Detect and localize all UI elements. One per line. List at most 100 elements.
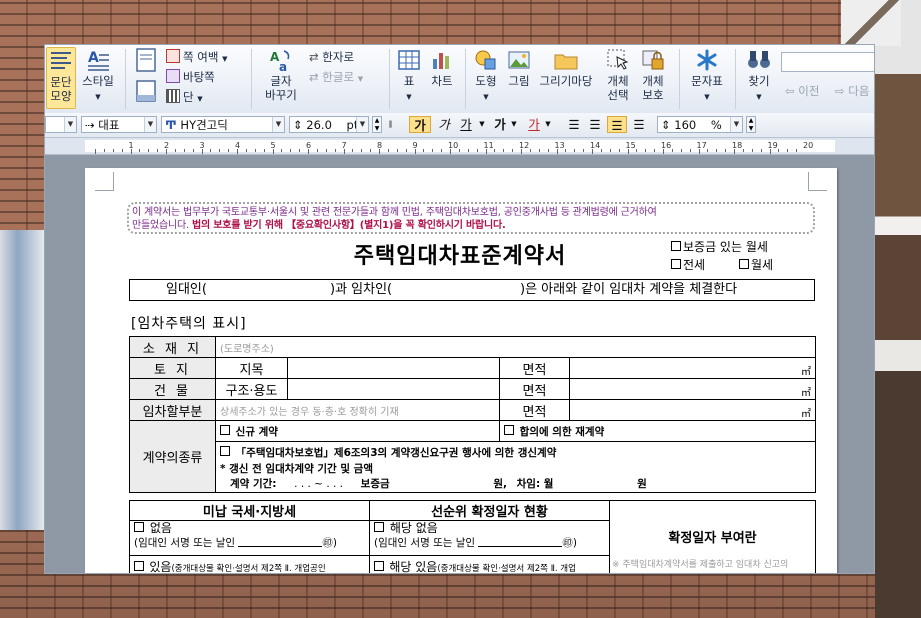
priority-none[interactable]: 해당 없음 (임대인 서명 또는 날인 ㊞) bbox=[369, 520, 610, 556]
ruler-tick bbox=[166, 149, 167, 154]
type-agree[interactable]: 합의에 의한 재계약 bbox=[499, 420, 816, 442]
fixed-date-cell[interactable]: 확정일자 부여란 ※ 주택임대차계약서를 제출하고 임대차 신고의 bbox=[609, 500, 816, 573]
shape-button[interactable]: 도형 ▼ bbox=[471, 47, 501, 104]
align-justify-icon[interactable]: ☰ bbox=[565, 116, 583, 133]
label-land-category: 지목 bbox=[215, 357, 288, 379]
find-input[interactable] bbox=[781, 52, 874, 72]
fixed-date-label: 확정일자 부여란 bbox=[668, 531, 757, 546]
italic-button[interactable]: 가 bbox=[435, 116, 453, 133]
font-color-dropdown[interactable]: ▼ bbox=[543, 116, 553, 133]
align-right-icon[interactable]: ☰ bbox=[630, 116, 648, 133]
style-combo[interactable]: ⇢ 대표 ▼ bbox=[81, 116, 157, 133]
paragraph-shape-button[interactable]: 문단 모양 bbox=[46, 47, 76, 109]
ruler-tick bbox=[263, 149, 265, 152]
left-combo[interactable]: ▼ bbox=[45, 116, 77, 133]
object-select-button[interactable]: 개체 선택 bbox=[603, 47, 633, 102]
font-combo[interactable]: Ͳ HY견고딕 ▼ bbox=[161, 116, 285, 133]
property-table: 소 재 지 (도로명주소) 토 지 지목 면적 ㎡ 건 물 구조·용도 면적 ㎡ bbox=[129, 336, 816, 493]
align-center-icon[interactable]: ☰ bbox=[607, 116, 627, 133]
font-size-spinner[interactable]: ▲ ▼ bbox=[372, 116, 382, 133]
find-next-button[interactable]: ⇨ 다음 bbox=[835, 83, 869, 99]
check-monthly[interactable]: 월세 bbox=[739, 256, 773, 273]
notice-line2a: 만들었습니다. bbox=[132, 220, 189, 231]
check-deposit-monthly-label: 보증금 있는 월세 bbox=[683, 240, 768, 254]
background-page-button[interactable]: 바탕쪽 bbox=[166, 69, 215, 85]
ruler-tick bbox=[387, 149, 389, 152]
land-area-field[interactable]: ㎡ bbox=[569, 357, 816, 379]
page-view-button[interactable] bbox=[132, 47, 160, 74]
page-margin-button[interactable]: 쪽 여백 ▼ bbox=[166, 49, 227, 65]
land-category-field[interactable] bbox=[287, 357, 500, 379]
check-jeonse-label: 전세 bbox=[683, 258, 706, 272]
type-new[interactable]: 신규 계약 bbox=[215, 420, 500, 442]
style-label: 스타일 bbox=[82, 74, 114, 88]
layout-icon bbox=[136, 80, 156, 102]
ruler-tick bbox=[103, 149, 105, 152]
font-size-combo[interactable]: ⇕ 26.0 pt ▼ bbox=[289, 116, 369, 133]
ruler-tick bbox=[760, 149, 762, 152]
ruler-tick bbox=[538, 149, 540, 152]
priority-exists[interactable]: 해당 있음(중개대상물 확인·설명서 제2쪽 Ⅱ. 개업 bbox=[369, 555, 610, 573]
table-button[interactable]: 표 ▼ bbox=[395, 47, 423, 104]
object-protect-button[interactable]: 개체 보호 bbox=[637, 47, 669, 102]
char-map-button[interactable]: 문자표 ▼ bbox=[687, 47, 727, 104]
horizontal-ruler[interactable]: 1 2 3 4 5 6 7 8 9 10 11 12 13 14 15 16 17 18 19 20 bbox=[45, 138, 874, 155]
tax-none[interactable]: 없음 (임대인 서명 또는 날인 ㊞) bbox=[129, 520, 370, 556]
label-building-structure: 구조·용도 bbox=[215, 378, 288, 400]
underline-dropdown[interactable]: ▼ bbox=[477, 116, 487, 133]
ruler-tick bbox=[281, 149, 283, 152]
drawing-wizard-button[interactable]: 그리기마당 bbox=[537, 47, 595, 88]
ruler-tick bbox=[210, 149, 212, 152]
building-area-field[interactable]: ㎡ bbox=[569, 378, 816, 400]
font-combo-value: HY견고딕 bbox=[180, 118, 228, 132]
check-jeonse[interactable]: 전세 bbox=[671, 256, 705, 273]
column-button[interactable]: 단 ▼ bbox=[166, 89, 203, 105]
page-corner-mark bbox=[808, 172, 827, 191]
chart-button[interactable]: 차트 bbox=[427, 47, 457, 88]
char-convert-button[interactable]: Aa 글자 바꾸기 bbox=[257, 47, 305, 102]
find-prev-button[interactable]: ⇦ 이전 bbox=[785, 83, 819, 99]
strike-button[interactable]: 가 bbox=[491, 116, 509, 133]
ruler-tick bbox=[467, 149, 469, 152]
building-structure-field[interactable] bbox=[287, 378, 500, 400]
ruler-tick bbox=[272, 149, 274, 154]
tax-exists[interactable]: 있음(중개대상물 확인·설명서 제2쪽 Ⅱ. 개업공인 bbox=[129, 555, 370, 574]
priority-none-label: 해당 없음 bbox=[389, 521, 438, 536]
ruler-tick bbox=[547, 149, 549, 152]
document-area: 이 계약서는 법무부가 국토교통부·서울시 및 관련 전문가들과 함께 민법, … bbox=[45, 155, 874, 574]
line-spacing-combo[interactable]: ⇕ 160 % ▼ bbox=[657, 116, 743, 133]
part-area-field[interactable]: ㎡ bbox=[569, 399, 816, 421]
background-page-label: 바탕쪽 bbox=[183, 70, 215, 84]
underline-button[interactable]: 가 bbox=[457, 116, 475, 133]
align-left-icon[interactable]: ☰ bbox=[586, 116, 604, 133]
document-page[interactable]: 이 계약서는 법무부가 국토교통부·서울시 및 관련 전문가들과 함께 민법, … bbox=[85, 168, 837, 574]
renew-info: * 갱신 전 임대차계약 기간 및 금액 계약 기간: . . . ~ . . … bbox=[215, 462, 816, 493]
font-color-button[interactable]: 가 bbox=[525, 116, 543, 133]
type-renew[interactable]: 「주택임대차보호법」제6조의3의 계약갱신요구권 행사에 의한 갱신계약 bbox=[215, 441, 816, 462]
hangul-button[interactable]: ⇄ 한글로 ▼ bbox=[309, 69, 363, 85]
ruler-tick bbox=[565, 149, 567, 152]
picture-button[interactable]: 그림 bbox=[505, 47, 533, 88]
label-location: 소 재 지 bbox=[129, 336, 216, 358]
leased-part-field[interactable]: 상세주소가 있는 경우 동·층·호 정확히 기재 bbox=[215, 399, 500, 421]
ruler-tick bbox=[778, 149, 780, 152]
label-part-area: 면적 bbox=[499, 399, 570, 421]
check-deposit-monthly[interactable]: 보증금 있는 월세 bbox=[671, 238, 768, 255]
ruler-tick bbox=[112, 149, 114, 152]
table-icon bbox=[398, 50, 420, 70]
style-button[interactable]: A 스타일 ▼ bbox=[78, 47, 118, 104]
ruler-tick bbox=[361, 149, 363, 152]
hanja-button[interactable]: ⇄ 한자로 bbox=[309, 49, 354, 65]
ruler-tick bbox=[121, 149, 123, 152]
line-spacing-spinner[interactable]: ▲ ▼ bbox=[746, 116, 756, 133]
find-button[interactable]: 찾기 ▼ bbox=[741, 47, 777, 104]
tax-exists-note: (중개대상물 확인·설명서 제2쪽 Ⅱ. 개업공인 bbox=[171, 563, 326, 574]
bold-button[interactable]: 가 bbox=[409, 116, 431, 133]
strike-dropdown[interactable]: ▼ bbox=[509, 116, 519, 133]
location-field[interactable]: (도로명주소) bbox=[215, 336, 816, 358]
hanja-label: 한자로 bbox=[322, 50, 355, 64]
label-leased-part: 임차할부분 bbox=[129, 399, 216, 421]
page-layout-button[interactable] bbox=[132, 79, 160, 106]
ruler-tick bbox=[396, 149, 398, 152]
ruler-tick bbox=[379, 149, 380, 154]
